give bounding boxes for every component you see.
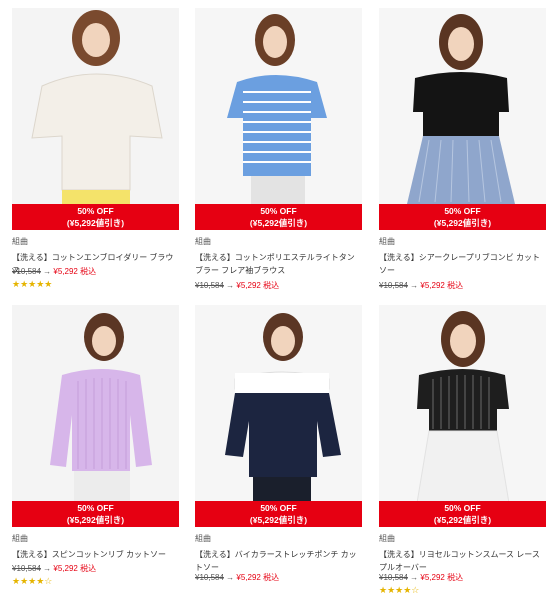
original-price: ¥10,584 xyxy=(12,564,41,573)
sale-price: ¥5,292 xyxy=(53,564,78,573)
discount-label: 50% OFF xyxy=(77,503,114,513)
discount-amount: (¥5,292値引き) xyxy=(249,218,308,228)
model-photo xyxy=(379,305,546,527)
brand-name: 組曲 xyxy=(195,237,211,246)
discount-label: 50% OFF xyxy=(77,206,114,216)
tax-label: 税込 xyxy=(263,281,280,290)
product-image[interactable]: 50% OFF (¥5,292値引き) xyxy=(379,8,546,230)
product-image[interactable]: 50% OFF (¥5,292値引き) xyxy=(12,305,179,527)
price-row: ¥10,584 → ¥5,292 税込 xyxy=(195,572,279,583)
arrow-icon: → xyxy=(410,573,419,582)
model-photo xyxy=(12,8,179,230)
product-name[interactable]: 【洗える】バイカラーストレッチポンチ カットソー xyxy=(195,548,362,574)
arrow-icon: → xyxy=(226,281,235,290)
arrow-icon: → xyxy=(410,281,419,290)
price-row: ¥10,584 → ¥5,292 税込 xyxy=(379,280,463,291)
product-card[interactable]: 50% OFF (¥5,292値引き) 組曲 【洗える】シアークレープリブコンビ… xyxy=(379,8,546,290)
arrow-icon: → xyxy=(43,267,52,276)
product-image[interactable]: 50% OFF (¥5,292値引き) xyxy=(195,305,362,527)
discount-amount: (¥5,292値引き) xyxy=(66,218,125,228)
discount-amount: (¥5,292値引き) xyxy=(433,218,492,228)
product-card[interactable]: 50% OFF (¥5,292値引き) 組曲 【洗える】コットンエンブロイダリー… xyxy=(12,8,179,289)
tax-label: 税込 xyxy=(263,573,280,582)
brand-name: 組曲 xyxy=(12,534,28,543)
tax-label: 税込 xyxy=(447,281,464,290)
rating-stars-icon: ★★★★★ xyxy=(12,279,53,289)
brand-name: 組曲 xyxy=(195,534,211,543)
discount-banner: 50% OFF (¥5,292値引き) xyxy=(195,501,362,527)
discount-amount: (¥5,292値引き) xyxy=(66,515,125,525)
model-photo xyxy=(379,8,546,230)
original-price: ¥10,584 xyxy=(195,573,224,582)
price-row: ¥10,584 → ¥5,292 税込 xyxy=(12,266,96,277)
product-name[interactable]: 【洗える】コットンポリエステルライトタンブラー フレア袖ブラウス xyxy=(195,251,362,277)
sale-price: ¥5,292 xyxy=(53,267,78,276)
price-row: ¥10,584 → ¥5,292 税込 xyxy=(12,563,96,574)
price-row: ¥10,584 → ¥5,292 税込 xyxy=(195,280,279,291)
discount-amount: (¥5,292値引き) xyxy=(433,515,492,525)
brand-name: 組曲 xyxy=(379,237,395,246)
product-image[interactable]: 50% OFF (¥5,292値引き) xyxy=(379,305,546,527)
product-card[interactable]: 50% OFF (¥5,292値引き) 組曲 【洗える】コットンポリエステルライ… xyxy=(195,8,362,290)
discount-label: 50% OFF xyxy=(444,503,481,513)
product-grid: 50% OFF (¥5,292値引き) 組曲 【洗える】コットンエンブロイダリー… xyxy=(0,0,554,600)
model-photo xyxy=(195,305,362,527)
product-card[interactable]: 50% OFF (¥5,292値引き) 組曲 【洗える】バイカラーストレッチポン… xyxy=(195,305,362,582)
discount-label: 50% OFF xyxy=(260,503,297,513)
sale-price: ¥5,292 xyxy=(420,573,445,582)
tax-label: 税込 xyxy=(80,267,97,276)
sale-price: ¥5,292 xyxy=(236,281,261,290)
model-photo xyxy=(195,8,362,230)
sale-price: ¥5,292 xyxy=(236,573,261,582)
product-card[interactable]: 50% OFF (¥5,292値引き) 組曲 【洗える】スピンコットンリブ カッ… xyxy=(12,305,179,586)
tax-label: 税込 xyxy=(447,573,464,582)
original-price: ¥10,584 xyxy=(12,267,41,276)
rating-stars-icon: ★★★★☆ xyxy=(12,576,53,586)
arrow-icon: → xyxy=(43,564,52,573)
product-image[interactable]: 50% OFF (¥5,292値引き) xyxy=(12,8,179,230)
discount-label: 50% OFF xyxy=(260,206,297,216)
discount-banner: 50% OFF (¥5,292値引き) xyxy=(12,501,179,527)
discount-banner: 50% OFF (¥5,292値引き) xyxy=(12,204,179,230)
model-photo xyxy=(12,305,179,527)
product-name[interactable]: 【洗える】リヨセルコットンスムース レースプルオーバー xyxy=(379,548,546,574)
discount-label: 50% OFF xyxy=(444,206,481,216)
discount-banner: 50% OFF (¥5,292値引き) xyxy=(379,204,546,230)
price-row: ¥10,584 → ¥5,292 税込 xyxy=(379,572,463,583)
product-name[interactable]: 【洗える】スピンコットンリブ カットソー xyxy=(12,548,179,561)
brand-name: 組曲 xyxy=(12,237,28,246)
sale-price: ¥5,292 xyxy=(420,281,445,290)
product-card[interactable]: 50% OFF (¥5,292値引き) 組曲 【洗える】リヨセルコットンスムース… xyxy=(379,305,546,595)
original-price: ¥10,584 xyxy=(379,573,408,582)
brand-name: 組曲 xyxy=(379,534,395,543)
arrow-icon: → xyxy=(226,573,235,582)
original-price: ¥10,584 xyxy=(379,281,408,290)
product-image[interactable]: 50% OFF (¥5,292値引き) xyxy=(195,8,362,230)
discount-amount: (¥5,292値引き) xyxy=(249,515,308,525)
product-name[interactable]: 【洗える】シアークレープリブコンビ カットソー xyxy=(379,251,546,277)
rating-stars-icon: ★★★★☆ xyxy=(379,585,420,595)
tax-label: 税込 xyxy=(80,564,97,573)
original-price: ¥10,584 xyxy=(195,281,224,290)
discount-banner: 50% OFF (¥5,292値引き) xyxy=(195,204,362,230)
discount-banner: 50% OFF (¥5,292値引き) xyxy=(379,501,546,527)
